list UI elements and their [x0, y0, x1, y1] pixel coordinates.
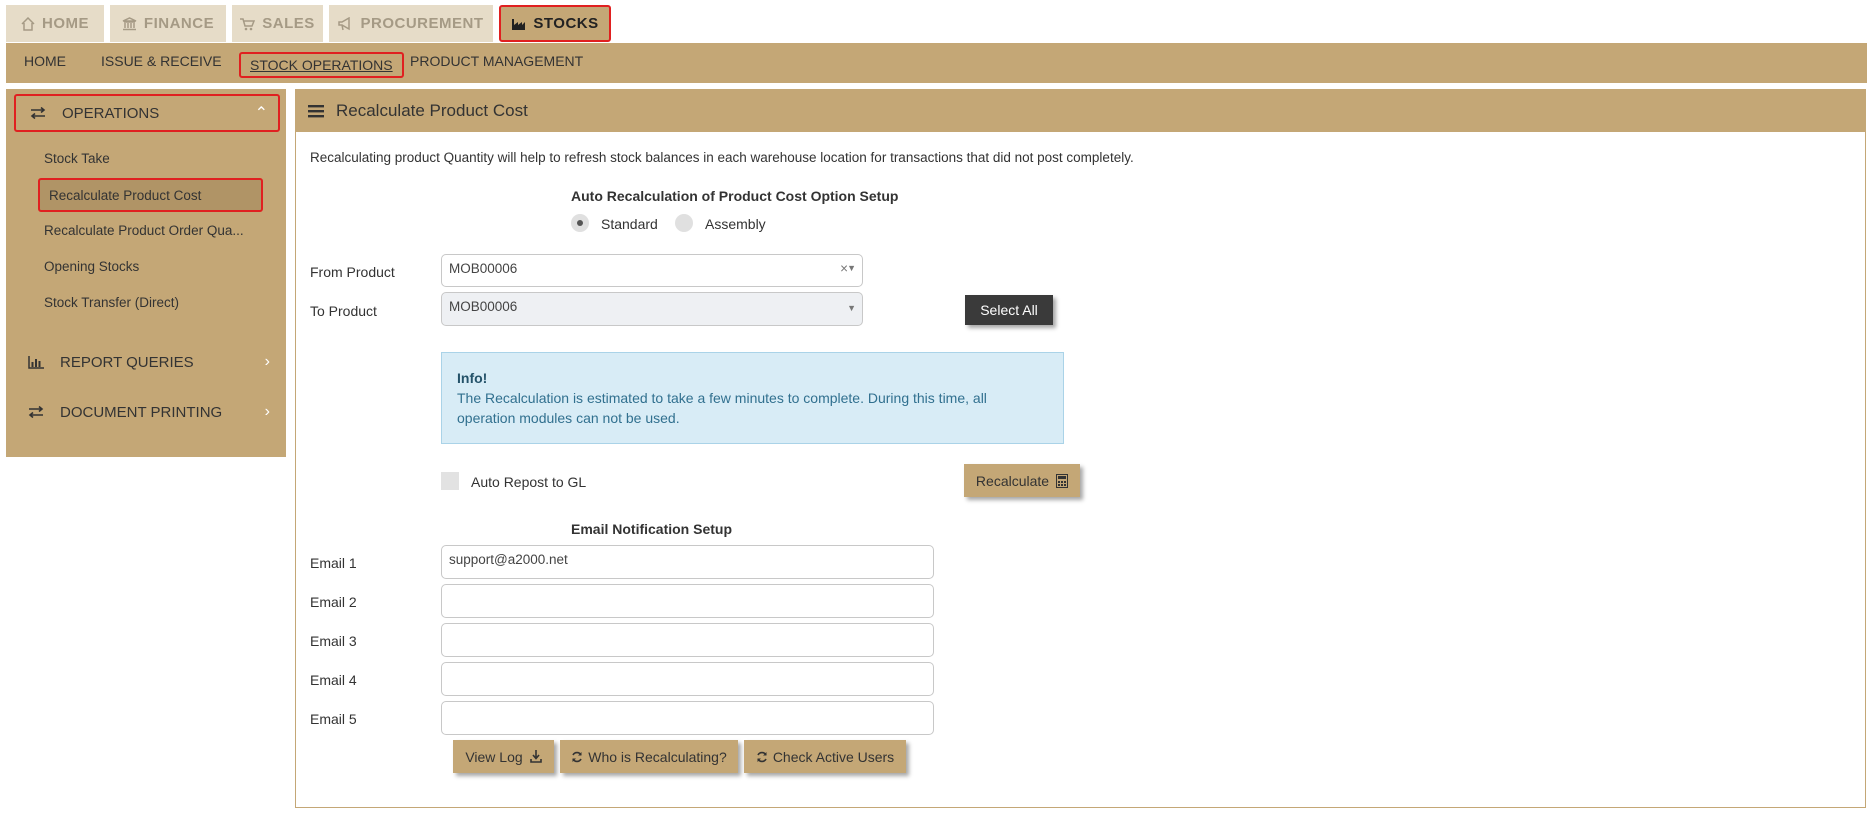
from-product-label: From Product	[310, 264, 395, 280]
email-1-value: support@a2000.net	[449, 552, 568, 567]
email-2-field[interactable]	[441, 584, 934, 618]
subnav-home[interactable]: HOME	[24, 53, 66, 69]
refresh-icon	[757, 751, 767, 762]
email-4-label: Email 4	[310, 672, 357, 688]
email-3-label: Email 3	[310, 633, 357, 649]
email-2-label: Email 2	[310, 594, 357, 610]
sidebar-item-opening-stocks[interactable]: Opening Stocks	[44, 259, 139, 274]
sidebar-item-recalculate-product-cost[interactable]: Recalculate Product Cost	[38, 178, 263, 212]
email-3-field[interactable]	[441, 623, 934, 657]
email-4-field[interactable]	[441, 662, 934, 696]
select-all-button[interactable]: Select All	[965, 295, 1053, 325]
view-log-button[interactable]: View Log	[453, 740, 554, 773]
from-product-select[interactable]: MOB00006 × ▼	[441, 254, 863, 287]
to-product-label: To Product	[310, 303, 377, 319]
tab-sales-label: SALES	[262, 15, 315, 32]
info-box: Info! The Recalculation is estimated to …	[441, 352, 1064, 444]
radio-standard[interactable]	[571, 214, 589, 232]
view-log-label: View Log	[465, 748, 523, 765]
page-title: Recalculate Product Cost	[336, 101, 528, 120]
email-5-field[interactable]	[441, 701, 934, 735]
exchange-icon	[28, 406, 44, 418]
sidebar: OPERATIONS ⌃ Stock Take Recalculate Prod…	[6, 89, 286, 457]
description-text: Recalculating product Quantity will help…	[310, 150, 1134, 165]
factory-icon	[512, 18, 526, 30]
sidebar-operations-label: OPERATIONS	[62, 104, 160, 122]
tab-finance-label: FINANCE	[143, 15, 215, 32]
chevron-right-icon: ›	[264, 403, 270, 420]
option-setup-title: Auto Recalculation of Product Cost Optio…	[571, 188, 899, 204]
subnav-product-management[interactable]: PRODUCT MANAGEMENT	[410, 53, 583, 69]
select-all-label: Select All	[980, 302, 1038, 318]
bar-chart-icon	[28, 355, 44, 369]
tab-stocks[interactable]: STOCKS	[499, 5, 611, 42]
sidebar-item-recalculate-order-qty[interactable]: Recalculate Product Order Qua...	[44, 223, 244, 238]
sidebar-item-stock-take[interactable]: Stock Take	[44, 151, 110, 166]
recalculate-label: Recalculate	[975, 472, 1050, 489]
info-title: Info!	[457, 370, 488, 386]
to-product-value: MOB00006	[449, 299, 518, 314]
sidebar-report-queries-header[interactable]: REPORT QUERIES ›	[14, 343, 280, 381]
radio-assembly[interactable]	[675, 214, 693, 232]
tab-sales[interactable]: SALES	[232, 5, 323, 42]
tab-stocks-label: STOCKS	[533, 15, 599, 32]
who-is-recalculating-button[interactable]: Who is Recalculating?	[560, 740, 738, 773]
menu-icon[interactable]	[308, 104, 324, 118]
sub-navigation: HOME ISSUE & RECEIVE STOCK OPERATIONS PR…	[6, 43, 1867, 83]
sidebar-item-stock-transfer[interactable]: Stock Transfer (Direct)	[44, 295, 179, 310]
tab-home-label: HOME	[42, 15, 89, 32]
sidebar-report-queries-label: REPORT QUERIES	[60, 353, 194, 371]
email-5-label: Email 5	[310, 711, 357, 727]
bank-icon	[122, 16, 137, 30]
email-setup-title: Email Notification Setup	[571, 521, 733, 537]
from-product-value: MOB00006	[449, 261, 518, 276]
cart-icon	[240, 17, 256, 30]
to-product-select[interactable]: MOB00006 ▼	[441, 292, 863, 326]
megaphone-icon	[338, 16, 351, 30]
download-icon	[529, 750, 542, 763]
panel-header: Recalculate Product Cost	[296, 90, 1865, 132]
sidebar-operations-header[interactable]: OPERATIONS ⌃	[14, 94, 280, 132]
home-icon	[21, 16, 35, 31]
check-active-users-label: Check Active Users	[772, 748, 895, 765]
who-is-recalculating-label: Who is Recalculating?	[588, 748, 727, 765]
subnav-issue-receive[interactable]: ISSUE & RECEIVE	[101, 53, 222, 69]
sidebar-document-printing-label: DOCUMENT PRINTING	[60, 403, 223, 421]
radio-standard-label: Standard	[601, 216, 658, 232]
recalculate-button[interactable]: Recalculate	[964, 464, 1080, 497]
subnav-stock-operations[interactable]: STOCK OPERATIONS	[239, 52, 404, 78]
email-1-field[interactable]: support@a2000.net	[441, 545, 934, 579]
tab-procurement[interactable]: PROCUREMENT	[329, 5, 493, 42]
calculator-icon	[1056, 473, 1069, 488]
check-active-users-button[interactable]: Check Active Users	[744, 740, 906, 773]
auto-repost-checkbox[interactable]	[441, 472, 459, 490]
chevron-right-icon: ›	[264, 353, 270, 370]
exchange-icon	[30, 107, 46, 119]
email-1-label: Email 1	[310, 555, 357, 571]
refresh-icon	[572, 751, 582, 762]
sidebar-document-printing-header[interactable]: DOCUMENT PRINTING ›	[14, 393, 280, 431]
tab-procurement-label: PROCUREMENT	[360, 15, 484, 32]
tab-home[interactable]: HOME	[6, 5, 104, 42]
auto-repost-label: Auto Repost to GL	[471, 474, 587, 490]
caret-down-icon[interactable]: ▼	[847, 263, 856, 273]
caret-down-icon[interactable]: ▼	[847, 303, 856, 313]
info-text: The Recalculation is estimated to take a…	[457, 390, 987, 426]
radio-assembly-label: Assembly	[705, 216, 766, 232]
chevron-up-icon: ⌃	[254, 105, 268, 122]
tab-finance[interactable]: FINANCE	[110, 5, 226, 42]
